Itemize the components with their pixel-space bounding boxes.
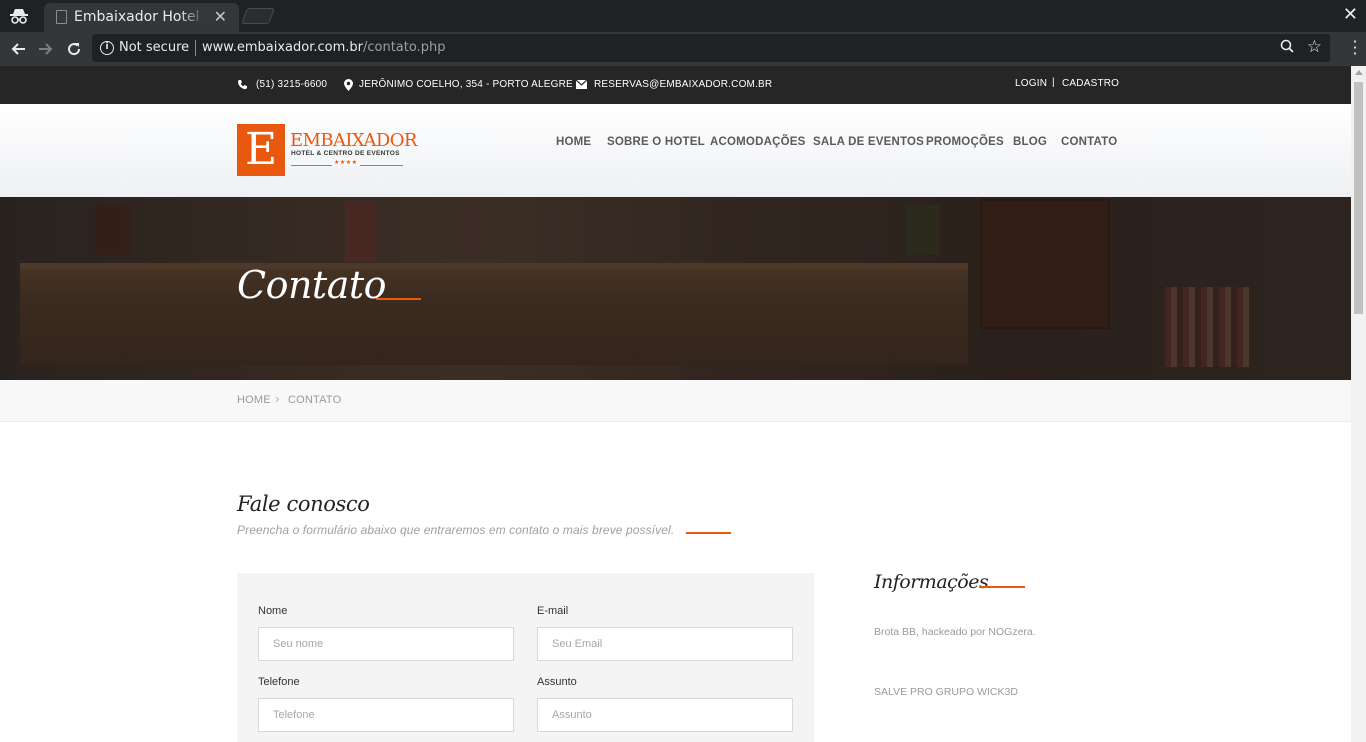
security-label: Not secure xyxy=(119,40,190,55)
contact-accent-bar xyxy=(686,532,731,534)
topbar-divider: | xyxy=(1052,77,1055,88)
nav-contato[interactable]: CONTATO xyxy=(1061,136,1117,148)
nav-sobre-o-hotel[interactable]: SOBRE O HOTEL xyxy=(607,136,705,148)
forward-arrow-icon[interactable] xyxy=(34,37,58,61)
tab-title: Embaixador Hotel e Centro de Eventos xyxy=(74,9,206,25)
phone-icon xyxy=(237,79,248,93)
zoom-icon[interactable] xyxy=(1280,39,1294,57)
page-viewport: (51) 3215-6600 JERÔNIMO COELHO, 354 - PO… xyxy=(0,66,1351,742)
new-tab-button[interactable] xyxy=(241,8,275,24)
page-scrollbar[interactable] xyxy=(1351,66,1366,742)
email-label: E-mail xyxy=(537,605,569,617)
back-arrow-icon[interactable] xyxy=(6,37,30,61)
breadcrumb-home[interactable]: HOME xyxy=(237,394,271,406)
info-text-1: Brota BB, hackeado por NOGzera. xyxy=(874,626,1036,638)
url-text[interactable]: www.embaixador.com.br/contato.php xyxy=(202,40,445,55)
browser-tab-strip: Embaixador Hotel e Centro de Eventos ✕ ✕ xyxy=(0,0,1366,32)
contact-title: Fale conosco xyxy=(237,492,370,516)
hero-title: Contato xyxy=(237,263,387,307)
breadcrumb: HOME › CONTATO xyxy=(0,380,1351,422)
envelope-icon xyxy=(575,79,588,92)
browser-menu-icon[interactable]: · · · xyxy=(1352,34,1358,62)
name-label: Nome xyxy=(258,605,288,617)
nav-blog[interactable]: BLOG xyxy=(1013,136,1047,148)
phone-input[interactable] xyxy=(258,698,514,732)
logo-stars: ★★★★ xyxy=(332,159,360,166)
top-contact-bar: (51) 3215-6600 JERÔNIMO COELHO, 354 - PO… xyxy=(0,66,1351,104)
subject-input[interactable] xyxy=(537,698,793,732)
logo-subtitle: HOTEL & CENTRO DE EVENTOS xyxy=(291,150,400,157)
subject-label: Assunto xyxy=(537,676,577,688)
tab-close-icon[interactable]: ✕ xyxy=(214,7,227,26)
omnibox-divider xyxy=(195,40,196,56)
info-text-2: SALVE PRO GRUPO WICK3D xyxy=(874,686,1018,698)
reload-icon[interactable] xyxy=(62,37,86,61)
url-host: www.embaixador.com.br xyxy=(202,40,363,55)
register-link[interactable]: CADASTRO xyxy=(1062,78,1119,89)
window-close-icon[interactable]: ✕ xyxy=(1343,4,1358,25)
nav-acomodacoes[interactable]: ACOMODAÇÕES xyxy=(710,136,805,148)
login-link[interactable]: LOGIN xyxy=(1015,78,1047,89)
scroll-up-arrow-icon[interactable] xyxy=(1355,70,1363,75)
logo-mark: E xyxy=(237,124,285,176)
hero-overlay xyxy=(0,197,1351,380)
phone-label: Telefone xyxy=(258,676,300,688)
contact-subtitle: Preencha o formulário abaixo que entrare… xyxy=(237,523,675,537)
contact-form: Nome E-mail Telefone Assunto xyxy=(237,573,814,742)
topbar-address: JERÔNIMO COELHO, 354 - PORTO ALEGRE xyxy=(359,79,573,90)
info-title: Informações xyxy=(874,571,989,593)
topbar-phone[interactable]: (51) 3215-6600 xyxy=(256,79,327,90)
breadcrumb-current: CONTATO xyxy=(288,394,342,406)
page-icon xyxy=(56,10,67,24)
name-input[interactable] xyxy=(258,627,514,661)
hero-accent-bar xyxy=(376,298,421,300)
email-input[interactable] xyxy=(537,627,793,661)
address-bar[interactable]: i Not secure www.embaixador.com.br/conta… xyxy=(92,34,1330,62)
url-path: /contato.php xyxy=(362,40,446,55)
info-icon[interactable]: i xyxy=(100,41,114,55)
scrollbar-thumb[interactable] xyxy=(1354,82,1363,314)
breadcrumb-separator: › xyxy=(275,392,280,406)
logo-name: EMBAIXADOR xyxy=(290,130,417,151)
topbar-email[interactable]: RESERVAS@EMBAIXADOR.COM.BR xyxy=(594,79,772,90)
location-pin-icon xyxy=(344,79,353,94)
bookmark-star-icon[interactable]: ☆ xyxy=(1307,37,1322,57)
site-header: E EMBAIXADOR HOTEL & CENTRO DE EVENTOS ★… xyxy=(0,104,1351,197)
info-accent-bar xyxy=(980,586,1025,588)
incognito-icon xyxy=(8,6,30,26)
browser-tab-active[interactable]: Embaixador Hotel e Centro de Eventos ✕ xyxy=(44,3,239,32)
nav-promocoes[interactable]: PROMOÇÕES xyxy=(926,136,1004,148)
nav-sala-de-eventos[interactable]: SALA DE EVENTOS xyxy=(813,136,924,148)
browser-toolbar: i Not secure www.embaixador.com.br/conta… xyxy=(0,32,1366,66)
hero-banner: Contato xyxy=(0,197,1351,380)
nav-home[interactable]: HOME xyxy=(556,136,591,148)
